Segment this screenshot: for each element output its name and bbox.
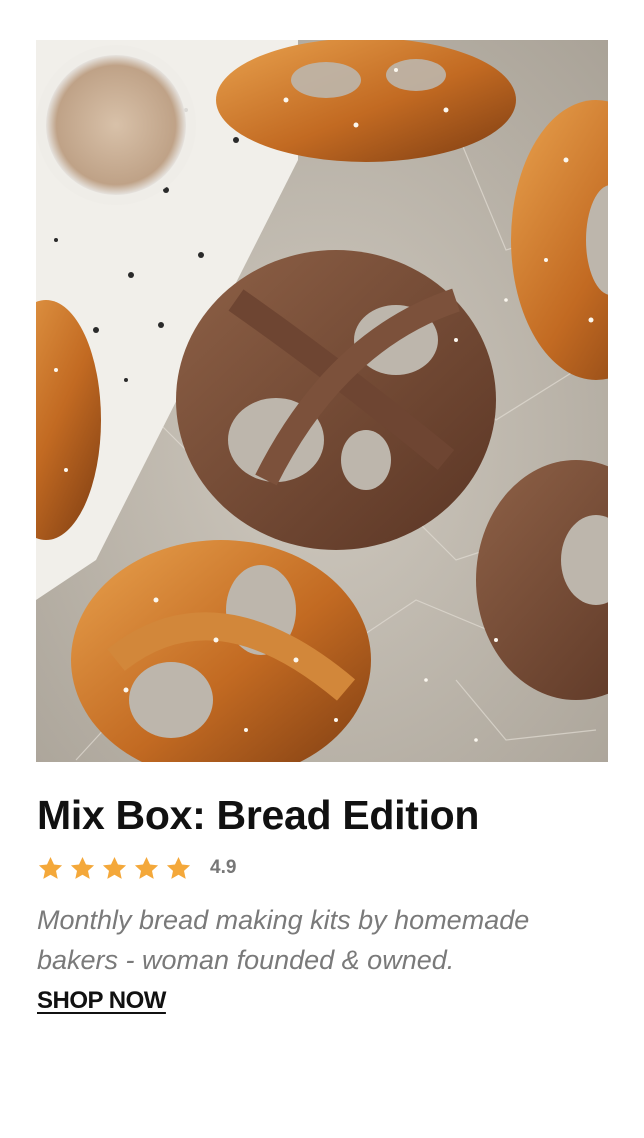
product-card: Mix Box: Bread Edition 4.9 Monthly bread… <box>0 0 644 1138</box>
star-icon <box>134 856 159 879</box>
product-image[interactable] <box>36 40 608 762</box>
star-icon <box>166 856 191 879</box>
rating: 4.9 <box>37 852 236 884</box>
star-icon <box>38 856 63 879</box>
product-description: Monthly bread making kits by homemade ba… <box>37 905 530 975</box>
shop-now-link[interactable]: SHOP NOW <box>37 987 166 1015</box>
star-icon <box>102 856 127 879</box>
product-title: Mix Box: Bread Edition <box>37 792 480 838</box>
rating-value: 4.9 <box>210 857 237 878</box>
star-icon <box>70 856 95 879</box>
rating-stars <box>37 855 197 882</box>
pretzel-photo <box>36 40 608 762</box>
